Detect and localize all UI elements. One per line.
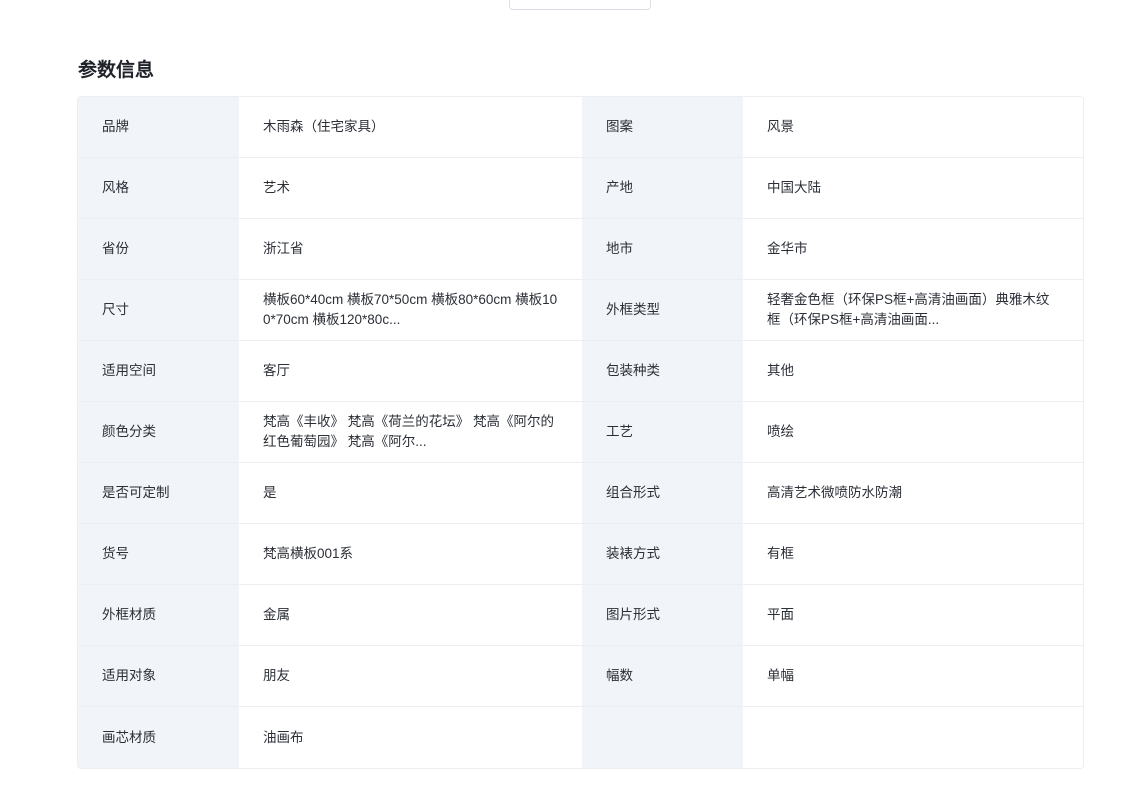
param-label: 产地 <box>582 158 743 218</box>
param-value: 是 <box>239 463 582 523</box>
param-value: 中国大陆 <box>743 158 1083 218</box>
param-label: 风格 <box>78 158 239 218</box>
param-value: 客厅 <box>239 341 582 401</box>
param-row: 适用空间 客厅 包装种类 其他 <box>78 341 1083 402</box>
param-value: 风景 <box>743 97 1083 157</box>
param-row: 是否可定制 是 组合形式 高清艺术微喷防水防潮 <box>78 463 1083 524</box>
param-label: 画芯材质 <box>78 707 239 768</box>
param-label: 装裱方式 <box>582 524 743 584</box>
param-label: 外框材质 <box>78 585 239 645</box>
param-label: 包装种类 <box>582 341 743 401</box>
collapse-button[interactable] <box>509 0 651 10</box>
param-row: 货号 梵高横板001系 装裱方式 有框 <box>78 524 1083 585</box>
param-value: 其他 <box>743 341 1083 401</box>
param-value: 高清艺术微喷防水防潮 <box>743 463 1083 523</box>
param-row: 风格 艺术 产地 中国大陆 <box>78 158 1083 219</box>
param-value: 平面 <box>743 585 1083 645</box>
param-table: 品牌 木雨森（住宅家具） 图案 风景 风格 艺术 产地 中国大陆 省份 浙江省 … <box>77 96 1084 769</box>
param-label: 省份 <box>78 219 239 279</box>
param-value: 朋友 <box>239 646 582 706</box>
param-value: 木雨森（住宅家具） <box>239 97 582 157</box>
param-row: 画芯材质 油画布 <box>78 707 1083 768</box>
param-label: 工艺 <box>582 402 743 462</box>
param-value: 梵高《丰收》 梵高《荷兰的花坛》 梵高《阿尔的红色葡萄园》 梵高《阿尔... <box>239 402 582 462</box>
param-label: 尺寸 <box>78 280 239 340</box>
param-label: 组合形式 <box>582 463 743 523</box>
param-row: 适用对象 朋友 幅数 单幅 <box>78 646 1083 707</box>
param-row: 颜色分类 梵高《丰收》 梵高《荷兰的花坛》 梵高《阿尔的红色葡萄园》 梵高《阿尔… <box>78 402 1083 463</box>
param-label: 地市 <box>582 219 743 279</box>
param-value: 梵高横板001系 <box>239 524 582 584</box>
param-row: 尺寸 横板60*40cm 横板70*50cm 横板80*60cm 横板100*7… <box>78 280 1083 341</box>
param-label: 适用对象 <box>78 646 239 706</box>
param-row: 品牌 木雨森（住宅家具） 图案 风景 <box>78 97 1083 158</box>
param-value: 横板60*40cm 横板70*50cm 横板80*60cm 横板100*70cm… <box>239 280 582 340</box>
param-value: 喷绘 <box>743 402 1083 462</box>
param-label: 图片形式 <box>582 585 743 645</box>
param-label: 适用空间 <box>78 341 239 401</box>
param-label: 品牌 <box>78 97 239 157</box>
param-label: 幅数 <box>582 646 743 706</box>
param-value: 金属 <box>239 585 582 645</box>
param-label: 是否可定制 <box>78 463 239 523</box>
param-value: 油画布 <box>239 707 582 768</box>
param-label: 颜色分类 <box>78 402 239 462</box>
param-value: 单幅 <box>743 646 1083 706</box>
param-label-empty <box>582 707 743 768</box>
param-row: 省份 浙江省 地市 金华市 <box>78 219 1083 280</box>
param-value: 金华市 <box>743 219 1083 279</box>
param-label: 图案 <box>582 97 743 157</box>
param-value: 有框 <box>743 524 1083 584</box>
param-value: 艺术 <box>239 158 582 218</box>
section-title: 参数信息 <box>78 60 155 81</box>
param-value: 浙江省 <box>239 219 582 279</box>
param-label: 货号 <box>78 524 239 584</box>
param-value-empty <box>743 707 1083 768</box>
param-label: 外框类型 <box>582 280 743 340</box>
param-value: 轻奢金色框（环保PS框+高清油画面）典雅木纹框（环保PS框+高清油画面... <box>743 280 1083 340</box>
param-row: 外框材质 金属 图片形式 平面 <box>78 585 1083 646</box>
